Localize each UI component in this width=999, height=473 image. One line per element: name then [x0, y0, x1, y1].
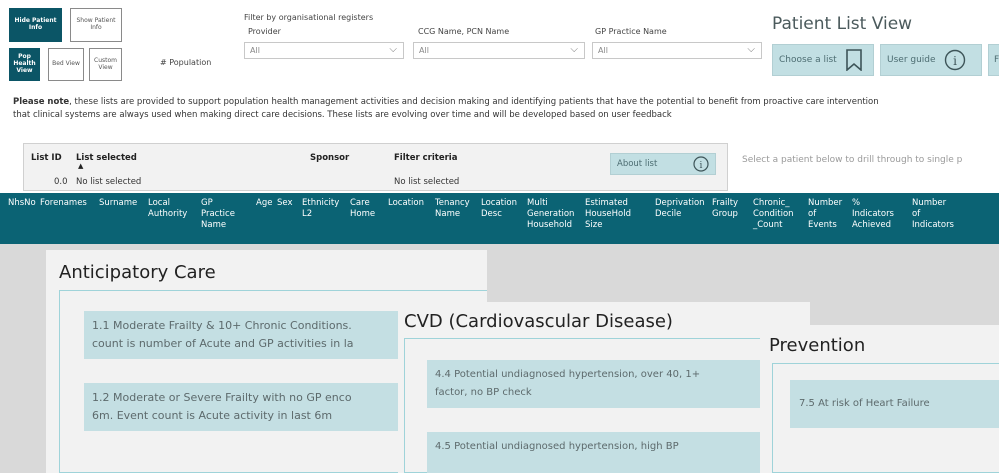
chevron-down-icon: ⌵ [570, 44, 578, 55]
column-header[interactable]: Location Desc [481, 198, 517, 220]
column-header[interactable]: GP Practice Name [201, 198, 235, 231]
about-list-label: About list [617, 159, 658, 169]
gp-practice-value: All [598, 46, 608, 55]
about-list-button[interactable]: About list i [610, 153, 716, 175]
list-id-header: List ID [31, 153, 62, 163]
chevron-down-icon: ⌵ [389, 44, 397, 55]
hide-patient-info-button[interactable]: Hide Patient Info [9, 8, 62, 42]
column-header[interactable]: Location [388, 198, 424, 209]
column-header[interactable]: % Indicators Achieved [852, 198, 894, 231]
hide-patient-info-label: Hide Patient Info [14, 17, 57, 31]
list-item-label: 4.5 Potential undiagnosed hypertension, … [435, 441, 679, 452]
canvas: Hide Patient Info Show Patient Info Pop … [0, 0, 999, 473]
column-header[interactable]: Sex [277, 198, 293, 209]
column-header[interactable]: Ethnicity L2 [302, 198, 339, 220]
list-item-label: 1.2 Moderate or Severe Frailty with no G… [92, 391, 352, 422]
bed-view-button[interactable]: Bed View [48, 48, 84, 81]
provider-dropdown[interactable]: All ⌵ [244, 42, 404, 59]
choose-list-button[interactable]: Choose a list [772, 44, 874, 76]
filter-heading: Filter by organisational registers [244, 13, 374, 22]
custom-view-label: Custom View [94, 56, 117, 71]
bed-view-label: Bed View [52, 60, 80, 68]
sponsor-header: Sponsor [310, 153, 350, 163]
info-icon: i [944, 49, 965, 71]
column-header[interactable]: Local Authority [148, 198, 187, 220]
ccg-label: CCG Name, PCN Name [418, 27, 510, 36]
column-header[interactable]: Estimated HouseHold Size [585, 198, 631, 231]
choose-list-label: Choose a list [779, 55, 837, 65]
svg-text:i: i [700, 161, 703, 171]
note-bold: Please note [13, 97, 70, 107]
column-header[interactable]: Number of Events [808, 198, 842, 231]
column-header[interactable]: Surname [99, 198, 137, 209]
selected-list-table: List ID List selected ▲ Sponsor Filter c… [23, 143, 728, 191]
list-id-value: 0.0 [54, 177, 68, 187]
patient-table-header: NhsNo Forenames Surname Local Authority GP P… [0, 193, 999, 244]
provider-value: All [250, 46, 260, 55]
pop-health-view-label: Pop Health View [13, 53, 36, 74]
ccg-value: All [419, 46, 429, 55]
column-header[interactable]: Deprivation Decile [655, 198, 705, 220]
svg-text:i: i [953, 54, 957, 68]
page-title: Patient List View [772, 14, 913, 34]
note-text-1: , these lists are provided to support po… [69, 97, 879, 107]
show-patient-info-button[interactable]: Show Patient Info [70, 8, 122, 42]
column-header[interactable]: Forenames [40, 198, 87, 209]
user-guide-button[interactable]: User guide i [880, 44, 982, 76]
cvd-card: CVD (Cardiovascular Disease) 4.4 Potenti… [398, 302, 810, 473]
list-item-label: 1.1 Moderate Frailty & 10+ Chronic Condi… [92, 319, 354, 350]
list-item-label: 7.5 At risk of Heart Failure [799, 398, 930, 409]
column-header[interactable]: Frailty Group [712, 198, 738, 220]
drill-through-hint: Select a patient below to drill through … [742, 155, 963, 165]
prevention-card: Prevention 7.5 At risk of Heart Failure [760, 325, 999, 473]
column-header[interactable]: NhsNo [8, 198, 36, 209]
column-header[interactable]: Number of Indicators [912, 198, 954, 231]
population-label: # Population [160, 58, 212, 67]
cvd-title: CVD (Cardiovascular Disease) [404, 311, 673, 332]
gp-practice-label: GP Practice Name [595, 27, 667, 36]
show-patient-info-label: Show Patient Info [76, 17, 116, 31]
prevention-list: 7.5 At risk of Heart Failure [772, 363, 999, 473]
filter-criteria-header: Filter criteria [394, 153, 458, 163]
extra-button-label: F [994, 55, 999, 65]
cvd-list: 4.4 Potential undiagnosed hypertension, … [404, 338, 810, 473]
list-item[interactable]: 4.4 Potential undiagnosed hypertension, … [427, 360, 787, 408]
ccg-dropdown[interactable]: All ⌵ [413, 42, 585, 59]
list-selected-header[interactable]: List selected [76, 153, 137, 163]
chevron-down-icon: ⌵ [747, 44, 755, 55]
filter-criteria-value: No list selected [394, 177, 460, 187]
prevention-title: Prevention [769, 335, 866, 356]
report-panel: Hide Patient Info Show Patient Info Pop … [0, 0, 999, 244]
extra-button[interactable]: F [988, 44, 999, 76]
column-header[interactable]: Tenancy Name [435, 198, 470, 220]
bookmark-icon [845, 49, 862, 71]
list-item[interactable]: 7.5 At risk of Heart Failure [790, 380, 999, 428]
column-header[interactable]: Care Home [350, 198, 375, 220]
note-line-2: that clinical systems are always used wh… [13, 110, 672, 120]
list-item-label: 4.4 Potential undiagnosed hypertension, … [435, 369, 701, 398]
provider-label: Provider [248, 27, 281, 36]
list-selected-value: No list selected [76, 177, 142, 187]
gp-practice-dropdown[interactable]: All ⌵ [592, 42, 762, 59]
sort-up-icon: ▲ [78, 162, 84, 170]
column-header[interactable]: Multi Generation Household [527, 198, 574, 231]
user-guide-label: User guide [887, 55, 936, 65]
info-icon: i [693, 156, 709, 172]
custom-view-button[interactable]: Custom View [89, 48, 122, 81]
anticipatory-care-title: Anticipatory Care [59, 262, 216, 283]
pop-health-view-button[interactable]: Pop Health View [9, 48, 40, 81]
note-line-1: Please note, these lists are provided to… [13, 96, 879, 109]
column-header[interactable]: Age [256, 198, 272, 209]
list-item[interactable]: 4.5 Potential undiagnosed hypertension, … [427, 432, 787, 473]
column-header[interactable]: Chronic_ Condition _Count [753, 198, 794, 231]
